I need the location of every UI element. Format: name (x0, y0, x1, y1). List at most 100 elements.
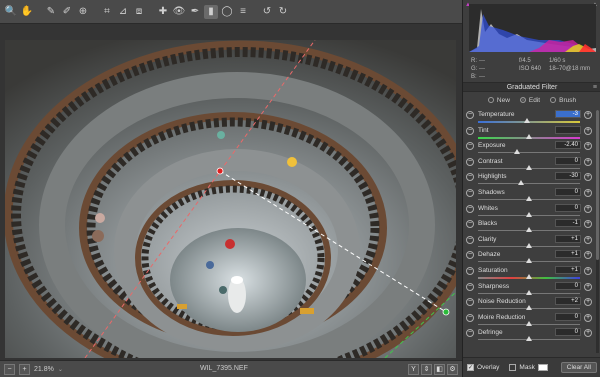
slider-thumb[interactable] (513, 149, 520, 155)
slider-value-field[interactable]: 0 (555, 156, 581, 165)
slider-value-field[interactable]: -2.40 (555, 141, 581, 150)
increase-icon[interactable]: + (584, 282, 592, 291)
clear-all-button[interactable]: Clear All (560, 362, 597, 373)
copy-settings-button[interactable]: ◧ (434, 364, 445, 375)
slider-thumb[interactable] (517, 180, 524, 186)
mode-brush[interactable]: Brush (550, 95, 576, 105)
radio-icon[interactable] (519, 97, 526, 103)
increase-icon[interactable]: + (584, 142, 592, 151)
gradient-start-pin[interactable] (216, 167, 224, 175)
decrease-icon[interactable]: − (466, 220, 474, 229)
increase-icon[interactable]: + (584, 298, 592, 307)
image-canvas[interactable] (0, 24, 462, 360)
gradient-end-pin[interactable] (442, 308, 450, 316)
zoom-out-button[interactable]: − (4, 363, 15, 375)
increase-icon[interactable]: + (584, 173, 592, 182)
increase-icon[interactable]: + (584, 204, 592, 213)
slider-value-field[interactable]: +1 (555, 266, 581, 274)
slider-value-field[interactable]: -3 (555, 110, 581, 118)
mask-checkbox[interactable] (509, 364, 517, 371)
decrease-icon[interactable]: − (466, 251, 474, 260)
decrease-icon[interactable]: − (466, 235, 474, 244)
slider-value-field[interactable]: 0 (555, 328, 581, 337)
decrease-icon[interactable]: − (466, 282, 474, 291)
increase-icon[interactable]: + (584, 189, 592, 197)
decrease-icon[interactable]: − (466, 313, 474, 322)
transform-icon[interactable]: ⧈ (132, 5, 146, 19)
increase-icon[interactable]: + (584, 251, 592, 260)
zoom-in-button[interactable]: + (19, 363, 30, 375)
slider-thumb[interactable] (526, 211, 532, 217)
increase-icon[interactable]: + (584, 111, 592, 119)
white-balance-icon[interactable]: ✎ (44, 5, 58, 19)
red-eye-icon[interactable]: 👁 (172, 5, 186, 19)
zoom-icon[interactable]: 🔍 (4, 5, 18, 19)
decrease-icon[interactable]: − (466, 329, 474, 338)
color-sampler-icon[interactable]: ✐ (60, 5, 74, 19)
slider-thumb[interactable] (526, 196, 532, 201)
decrease-icon[interactable]: − (466, 157, 474, 166)
graduated-filter-icon[interactable]: ▮ (204, 4, 218, 19)
overlay-checkbox[interactable]: ✓ (467, 364, 474, 371)
increase-icon[interactable]: + (584, 313, 592, 322)
slider-track[interactable] (478, 183, 580, 185)
radial-filter-icon[interactable]: ◯ (220, 5, 234, 19)
slider-thumb[interactable] (523, 118, 530, 123)
decrease-icon[interactable]: − (466, 111, 474, 119)
slider-thumb[interactable] (526, 164, 532, 170)
panel-scrollbar[interactable] (596, 110, 599, 353)
scrollbar-thumb[interactable] (596, 110, 599, 260)
zoom-level[interactable]: 21.8% (34, 366, 54, 373)
slider-thumb[interactable] (526, 242, 532, 248)
increase-icon[interactable]: + (584, 157, 592, 166)
slider-value-field[interactable]: +1 (555, 250, 581, 259)
swap-button[interactable]: ⇕ (421, 364, 432, 375)
slider-thumb[interactable] (526, 274, 532, 279)
decrease-icon[interactable]: − (466, 173, 474, 182)
crop-icon[interactable]: ⌗ (100, 5, 114, 19)
slider-thumb[interactable] (526, 320, 532, 326)
decrease-icon[interactable]: − (466, 142, 474, 151)
panel-menu-icon[interactable]: ≡ (593, 84, 597, 91)
increase-icon[interactable]: + (584, 329, 592, 338)
decrease-icon[interactable]: − (466, 189, 474, 197)
increase-icon[interactable]: + (584, 126, 592, 135)
increase-icon[interactable]: + (584, 220, 592, 229)
slider-value-field[interactable]: 0 (555, 312, 581, 321)
slider-thumb[interactable] (526, 133, 532, 139)
slider-value-field[interactable]: -30 (555, 172, 581, 181)
decrease-icon[interactable]: − (466, 204, 474, 213)
decrease-icon[interactable]: − (466, 267, 474, 275)
slider-value-field[interactable]: 0 (555, 188, 581, 196)
slider-value-field[interactable]: 0 (555, 281, 581, 290)
mask-color-swatch[interactable] (537, 364, 548, 371)
increase-icon[interactable]: + (584, 267, 592, 275)
zoom-dropdown-icon[interactable]: ⌄ (58, 366, 63, 373)
spot-removal-icon[interactable]: ✚ (156, 5, 170, 19)
slider-value-field[interactable]: +1 (555, 234, 581, 243)
slider-value-field[interactable]: -1 (555, 219, 581, 228)
slider-thumb[interactable] (526, 227, 532, 233)
slider-thumb[interactable] (526, 258, 532, 264)
mode-new[interactable]: New (487, 95, 510, 105)
slider-thumb[interactable] (526, 305, 532, 311)
target-adjust-icon[interactable]: ⊕ (76, 5, 90, 19)
slider-value-field[interactable]: +2 (555, 297, 581, 306)
increase-icon[interactable]: + (584, 235, 592, 244)
radio-icon[interactable] (550, 97, 557, 103)
straighten-icon[interactable]: ⊿ (116, 5, 130, 19)
slider-thumb[interactable] (526, 289, 532, 295)
photo-preview[interactable] (5, 40, 456, 358)
toggle-view-button[interactable]: ⚙ (447, 364, 458, 375)
before-after-button[interactable]: Y (408, 364, 419, 375)
slider-value-field[interactable] (555, 125, 581, 134)
rotate-left-icon[interactable]: ↺ (260, 5, 274, 19)
slider-thumb[interactable] (526, 336, 532, 342)
hand-icon[interactable]: ✋ (20, 5, 34, 19)
decrease-icon[interactable]: − (466, 298, 474, 307)
decrease-icon[interactable]: − (466, 126, 474, 135)
mode-edit[interactable]: Edit (519, 95, 540, 105)
slider-track[interactable] (478, 152, 580, 154)
radio-icon[interactable] (487, 97, 494, 103)
preferences-icon[interactable]: ≡ (236, 5, 250, 19)
